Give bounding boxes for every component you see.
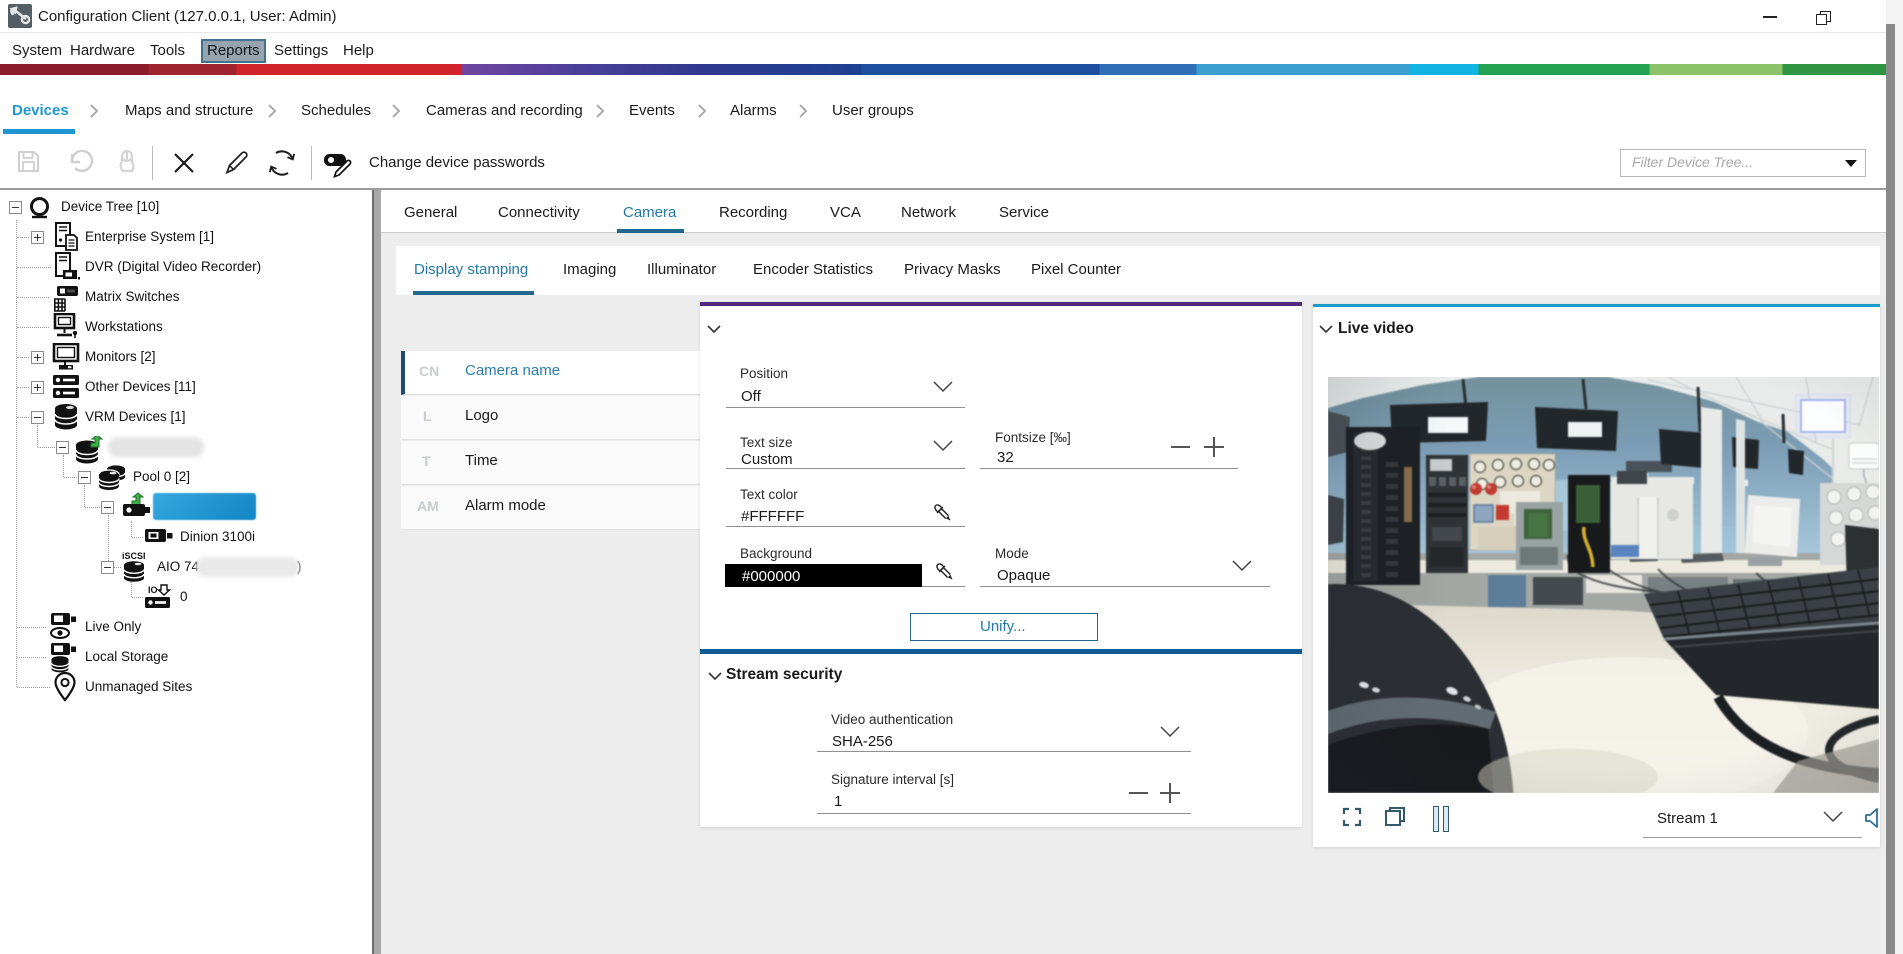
svg-text:iSCSI: iSCSI <box>122 551 146 561</box>
svg-text:IO: IO <box>148 585 158 595</box>
